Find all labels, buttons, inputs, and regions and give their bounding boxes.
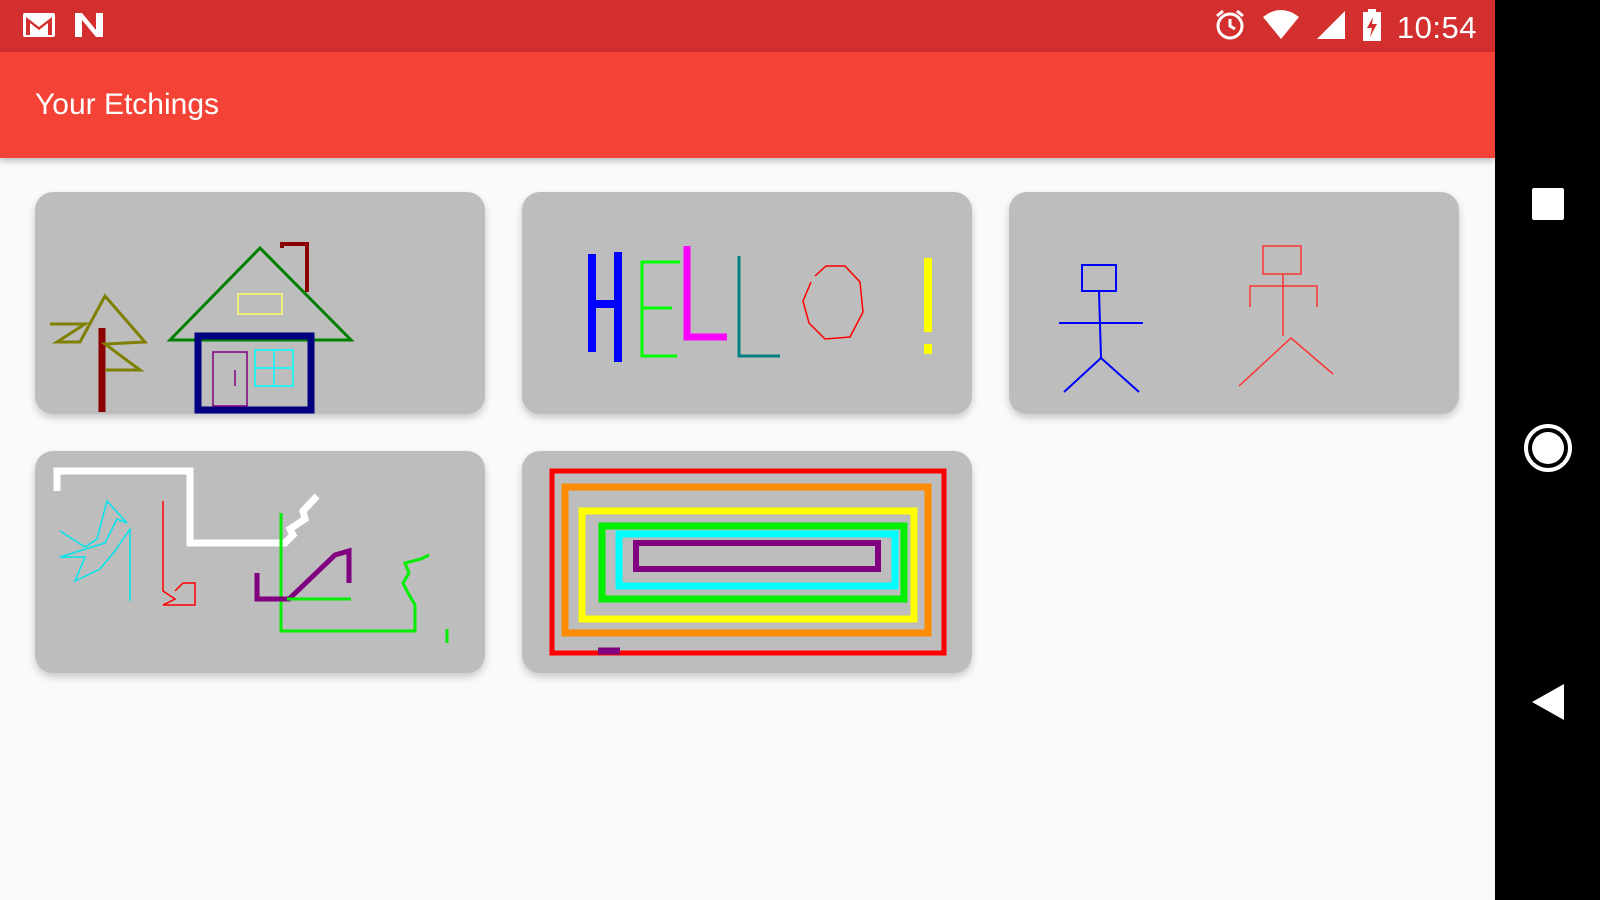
gmail-icon (22, 11, 56, 44)
page-title: Your Etchings (35, 88, 220, 121)
app-bar: Your Etchings (0, 52, 1495, 158)
back-triangle-icon (1530, 683, 1566, 726)
etching-card-house[interactable] (35, 192, 485, 414)
etching-card-scribbles[interactable] (35, 451, 485, 673)
wifi-icon (1261, 9, 1301, 46)
status-clock: 10:54 (1396, 9, 1477, 45)
etching-drawing-hello (588, 246, 932, 362)
cell-signal-icon (1315, 9, 1347, 46)
notification-n-icon (72, 10, 106, 45)
battery-charging-icon (1361, 8, 1383, 47)
etching-card-hello[interactable] (522, 192, 972, 414)
etching-drawing-house (50, 242, 355, 414)
status-bar: 10:54 (0, 0, 1495, 52)
etching-card-rainbow[interactable] (522, 451, 972, 673)
etching-drawing-stick-figures (1059, 245, 1334, 393)
etchings-grid (0, 158, 1495, 900)
navigation-bar (1495, 0, 1600, 900)
home-button[interactable] (1495, 422, 1600, 478)
recents-button[interactable] (1495, 178, 1600, 234)
circle-icon (1523, 423, 1573, 478)
square-icon (1531, 187, 1565, 226)
alarm-icon (1213, 8, 1247, 47)
back-button[interactable] (1495, 676, 1600, 732)
etching-drawing-scribbles (53, 467, 449, 643)
etching-drawing-rainbow (549, 468, 947, 656)
etching-card-stick-figures[interactable] (1009, 192, 1459, 414)
